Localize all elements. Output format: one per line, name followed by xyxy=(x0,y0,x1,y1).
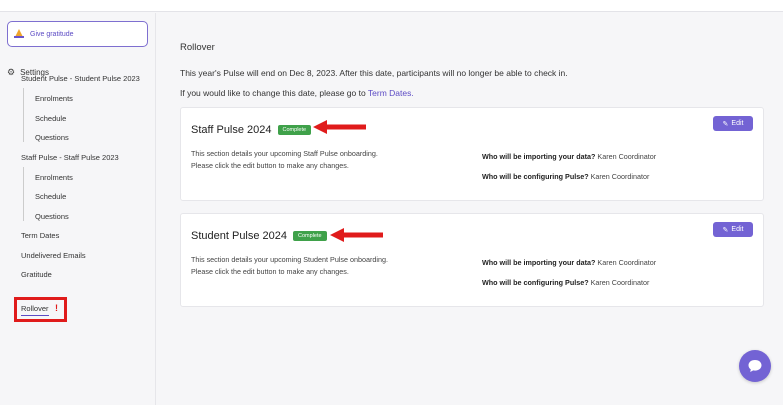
pencil-icon: ✎ xyxy=(722,120,729,128)
active-underline xyxy=(21,315,49,316)
gratitude-icon xyxy=(14,29,24,39)
card-description: This section details your upcoming Stude… xyxy=(191,254,388,278)
config-row: Who will be configuring Pulse? Karen Coo… xyxy=(482,278,649,287)
top-bar xyxy=(0,0,783,12)
alert-icon: ! xyxy=(55,303,58,313)
sidebar-student-pulse-header[interactable]: Student Pulse - Student Pulse 2023 xyxy=(21,74,140,83)
sidebar-item-gratitude[interactable]: Gratitude xyxy=(21,270,52,279)
desc-line: Please click the edit button to make any… xyxy=(191,267,349,276)
card-title: Student Pulse 2024 Complete xyxy=(191,230,327,242)
change-date-text: If you would like to change this date, p… xyxy=(180,88,414,98)
page-title: Rollover xyxy=(180,42,215,53)
student-pulse-card: Student Pulse 2024 Complete ✎ Edit This … xyxy=(180,213,764,307)
status-badge: Complete xyxy=(293,231,327,241)
sidebar-item-rollover[interactable]: Rollover xyxy=(21,304,49,316)
import-answer: Karen Coordinator xyxy=(597,258,657,267)
config-question: Who will be configuring Pulse? xyxy=(482,172,589,181)
sidebar-staff-pulse-header[interactable]: Staff Pulse - Staff Pulse 2023 xyxy=(21,153,119,162)
give-gratitude-label: Give gratitude xyxy=(30,30,74,38)
change-date-prefix: If you would like to change this date, p… xyxy=(180,88,368,98)
edit-label: Edit xyxy=(731,226,744,233)
import-row: Who will be importing your data? Karen C… xyxy=(482,258,656,267)
rollover-highlight-box: Rollover ! xyxy=(14,297,67,322)
sidebar-item-staff-schedule[interactable]: Schedule xyxy=(35,192,66,201)
import-row: Who will be importing your data? Karen C… xyxy=(482,152,656,161)
sidebar-item-student-schedule[interactable]: Schedule xyxy=(35,114,66,123)
sidebar-item-undelivered-emails[interactable]: Undelivered Emails xyxy=(21,251,86,260)
sidebar-item-term-dates[interactable]: Term Dates xyxy=(21,231,59,240)
rollover-label: Rollover xyxy=(21,304,49,313)
tree-line xyxy=(23,167,24,221)
sidebar-item-student-enrolments[interactable]: Enrolments xyxy=(35,94,73,103)
card-title-text: Staff Pulse 2024 xyxy=(191,124,272,136)
annotation-arrow-icon xyxy=(330,228,383,242)
tree-line xyxy=(23,88,24,142)
edit-button[interactable]: ✎ Edit xyxy=(713,116,753,131)
status-badge: Complete xyxy=(277,125,312,135)
import-question: Who will be importing your data? xyxy=(482,152,596,161)
config-row: Who will be configuring Pulse? Karen Coo… xyxy=(482,172,649,181)
edit-label: Edit xyxy=(731,120,744,127)
chat-button[interactable] xyxy=(739,350,771,382)
edit-button[interactable]: ✎ Edit xyxy=(713,222,753,237)
desc-line: Please click the edit button to make any… xyxy=(191,161,349,170)
chat-icon xyxy=(748,360,762,372)
sidebar: Give gratitude ⚙ Settings Student Pulse … xyxy=(0,13,156,405)
term-dates-link[interactable]: Term Dates. xyxy=(368,88,414,98)
sidebar-item-staff-enrolments[interactable]: Enrolments xyxy=(35,173,73,182)
desc-line: This section details your upcoming Staff… xyxy=(191,149,378,158)
staff-pulse-card: Staff Pulse 2024 Complete ✎ Edit This se… xyxy=(180,107,764,201)
sidebar-item-staff-questions[interactable]: Questions xyxy=(35,212,69,221)
desc-line: This section details your upcoming Stude… xyxy=(191,255,388,264)
config-answer: Karen Coordinator xyxy=(590,172,650,181)
card-description: This section details your upcoming Staff… xyxy=(191,148,378,172)
pencil-icon: ✎ xyxy=(722,226,729,234)
gear-icon: ⚙ xyxy=(7,67,16,77)
end-date-text: This year's Pulse will end on Dec 8, 202… xyxy=(180,68,568,78)
import-question: Who will be importing your data? xyxy=(482,258,596,267)
card-title-text: Student Pulse 2024 xyxy=(191,230,288,242)
card-title: Staff Pulse 2024 Complete xyxy=(191,124,312,136)
give-gratitude-button[interactable]: Give gratitude xyxy=(7,21,148,47)
sidebar-item-student-questions[interactable]: Questions xyxy=(35,133,69,142)
import-answer: Karen Coordinator xyxy=(597,152,657,161)
config-question: Who will be configuring Pulse? xyxy=(482,278,589,287)
annotation-arrow-icon xyxy=(313,120,366,134)
config-answer: Karen Coordinator xyxy=(590,278,650,287)
